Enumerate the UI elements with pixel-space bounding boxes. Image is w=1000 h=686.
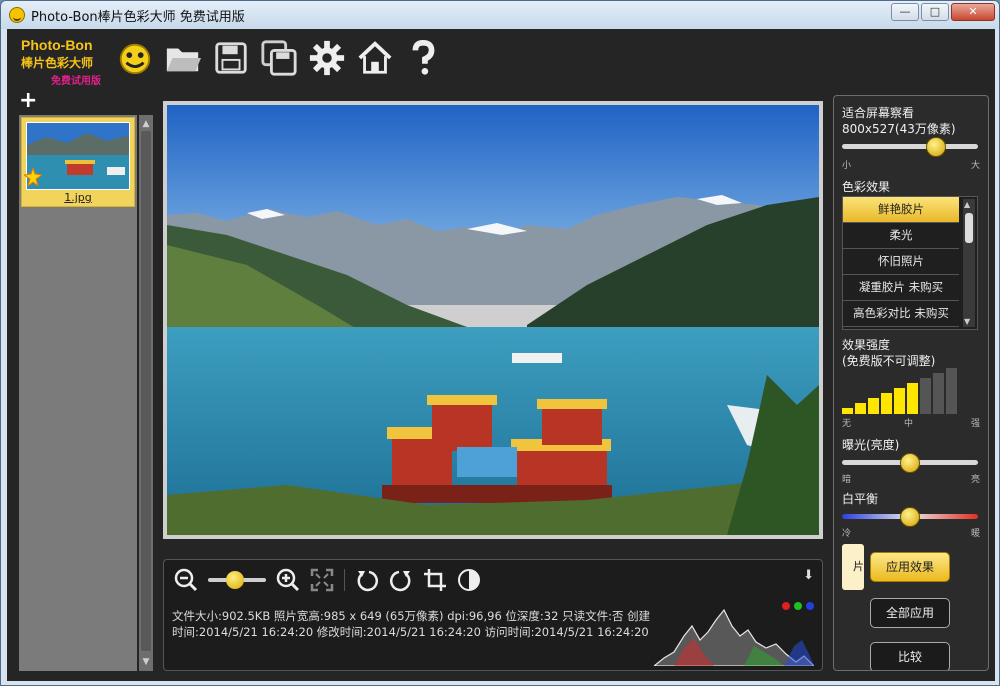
exposure-max-label: 亮 [970,475,980,485]
edited-star-icon [24,168,42,186]
brand-logo: Photo-Bon 棒片色彩大师 免费试用版 [21,37,121,87]
thumbnail-item[interactable]: 1.jpg [21,117,135,207]
scroll-thumb[interactable] [141,131,151,651]
fit-screen-icon[interactable] [310,568,334,592]
strength-bar [855,403,866,414]
size-min-label: 小 [842,161,852,171]
main-photo [167,105,819,535]
strength-mid-label: 中 [904,419,914,429]
wb-max-label: 暖 [970,529,980,539]
strength-title: 效果强度 [842,338,891,352]
wb-min-label: 冷 [842,529,852,539]
effects-list: 鲜艳胶片 柔光 怀旧照片 凝重胶片 未购买 高色彩对比 未购买 ▲ ▼ [842,196,978,330]
zoom-slider[interactable] [208,568,266,592]
toolbar-separator [344,569,345,591]
effect-item[interactable]: 柔光 [843,223,959,249]
window-title: Photo-Bon棒片色彩大师 免费试用版 [31,9,245,25]
strength-max-label: 强 [970,419,980,429]
white-balance-slider[interactable] [842,506,978,528]
thumbnail-list: 1.jpg [19,115,137,671]
strength-min-label: 无 [842,419,852,429]
exposure-slider-knob[interactable] [900,453,920,473]
home-icon[interactable] [355,37,395,79]
photo-info-panel: ⬇ 文件大小:902.5KB 照片宽高:985 x 649 (65万像素) dp… [163,559,823,671]
white-balance-slider-knob[interactable] [900,507,920,527]
apply-all-button[interactable]: 全部应用 [870,598,950,628]
crop-icon[interactable] [423,568,447,592]
size-slider-knob[interactable] [925,137,946,157]
add-photo-button[interactable]: + [19,90,37,112]
view-toolbar [174,568,481,592]
smiley-icon[interactable] [115,37,155,79]
strength-bar [881,393,892,414]
exposure-slider[interactable] [842,452,978,474]
strength-bar [868,398,879,414]
window-controls: — □ ✕ [891,3,995,21]
partial-side-button[interactable]: 片 [842,544,864,590]
close-button[interactable]: ✕ [951,3,995,21]
effects-scroll-thumb[interactable] [965,213,973,243]
exposure-title: 曝光(亮度) [842,438,900,452]
zoom-out-icon[interactable] [174,568,198,592]
effects-scrollbar[interactable]: ▲ ▼ [963,199,975,327]
histogram [654,608,814,666]
settings-gear-icon[interactable] [307,37,347,79]
effects-scroll-up-icon[interactable]: ▲ [964,200,970,209]
thumbnail-filename: 1.jpg [64,191,92,204]
effect-item[interactable]: 怀旧照片 [843,249,959,275]
title-bar: Photo-Bon棒片色彩大师 免费试用版 — □ ✕ [1,1,999,29]
strength-bar [920,378,931,414]
fit-screen-label[interactable]: 适合屏幕察看 [842,104,914,121]
save-icon[interactable] [211,37,251,79]
rotate-left-icon[interactable] [355,568,379,592]
effect-item[interactable]: 鲜艳胶片 [843,197,959,223]
brand-line3: 免费试用版 [51,76,101,87]
contrast-icon[interactable] [457,568,481,592]
save-as-icon[interactable] [259,37,299,79]
app-window: Photo-Bon棒片色彩大师 免费试用版 — □ ✕ Photo-Bon 棒片… [0,0,1000,686]
strength-bar [894,388,905,414]
thumbnail-scrollbar[interactable]: ▲ ▼ [139,115,153,671]
rotate-right-icon[interactable] [389,568,413,592]
brand-line2: 棒片色彩大师 [21,56,94,70]
open-folder-icon[interactable] [163,37,203,79]
strength-bar [933,373,944,414]
apply-effect-button[interactable]: 应用效果 [870,552,950,582]
exposure-min-label: 暗 [842,475,852,485]
adjustment-panel: 适合屏幕察看 800x527(43万像素) 小 大 色彩效果 鲜艳胶片 柔光 怀… [833,95,989,671]
help-icon[interactable] [403,37,443,79]
main-toolbar [115,37,443,79]
brand-line1: Photo-Bon [21,37,93,53]
app-smiley-icon [9,7,25,23]
image-size-label: 800x527(43万像素) [842,122,956,136]
scroll-down-icon[interactable]: ▼ [141,657,151,667]
minimize-button[interactable]: — [891,3,919,21]
strength-bar [842,408,853,414]
effects-title: 色彩效果 [842,180,891,194]
size-slider-track [842,144,978,149]
scroll-up-icon[interactable]: ▲ [141,119,151,129]
strength-meter [842,366,978,414]
strength-bar [946,368,957,414]
strength-bar [907,383,918,414]
maximize-button[interactable]: □ [921,3,949,21]
file-info-text: 文件大小:902.5KB 照片宽高:985 x 649 (65万像素) dpi:… [172,609,651,639]
zoom-in-icon[interactable] [276,568,300,592]
photo-viewer[interactable] [163,101,823,539]
effects-scroll-down-icon[interactable]: ▼ [964,317,970,326]
download-icon[interactable]: ⬇ [803,568,814,583]
effect-item[interactable]: 凝重胶片 未购买 [843,275,959,301]
compare-button[interactable]: 比较 [870,642,950,670]
white-balance-title: 白平衡 [842,492,879,506]
size-slider[interactable] [842,136,978,158]
app-body: Photo-Bon 棒片色彩大师 免费试用版 + 1.jpg ▲ ▼ ⬇ 文件大… [7,29,995,681]
effect-item[interactable]: 高色彩对比 未购买 [843,301,959,327]
zoom-slider-knob[interactable] [226,571,244,589]
size-max-label: 大 [970,161,980,171]
